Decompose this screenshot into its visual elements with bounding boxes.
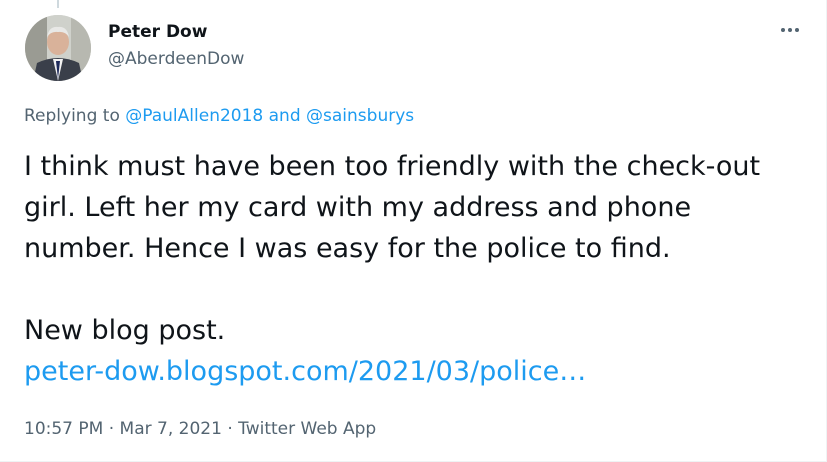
replying-to-prefix: Replying to (24, 106, 126, 126)
more-options-button[interactable] (774, 18, 806, 42)
meta-separator: · (221, 419, 239, 439)
avatar[interactable] (25, 15, 91, 81)
more-options-icon-dot (788, 28, 792, 32)
tweet-text-paragraph-1: I think must have been too friendly with… (24, 151, 761, 264)
author-display-name[interactable]: Peter Dow (108, 22, 207, 42)
tweet-time[interactable]: 10:57 PM (24, 419, 103, 439)
mention-link-sainsburys[interactable]: @sainsburys (306, 106, 414, 126)
profile-photo-icon (25, 15, 91, 81)
tweet-source[interactable]: Twitter Web App (238, 419, 376, 439)
blog-post-link[interactable]: peter-dow.blogspot.com/2021/03/police… (24, 356, 586, 387)
tweet-text-paragraph-2: New blog post. (24, 315, 226, 346)
tweet-text: I think must have been too friendly with… (24, 146, 804, 392)
meta-separator: · (103, 419, 120, 439)
mention-connector[interactable]: and (263, 106, 306, 126)
tweet-card: Peter Dow @AberdeenDow Replying to @Paul… (0, 0, 827, 462)
thread-connector-line (57, 0, 59, 8)
mention-link-paulallen2018[interactable]: @PaulAllen2018 (125, 106, 263, 126)
tweet-metadata: 10:57 PM · Mar 7, 2021 · Twitter Web App (24, 418, 376, 440)
tweet-date[interactable]: Mar 7, 2021 (120, 419, 222, 439)
author-handle[interactable]: @AberdeenDow (108, 49, 244, 69)
replying-to-line: Replying to @PaulAllen2018 and @sainsbur… (24, 105, 414, 127)
more-options-icon (781, 28, 785, 32)
more-options-icon-dot (795, 28, 799, 32)
